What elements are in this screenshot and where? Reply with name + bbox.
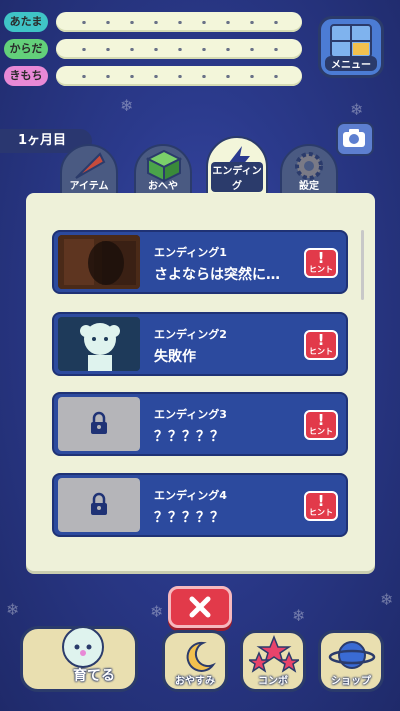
tab-endings[interactable]: エンディング	[206, 136, 268, 198]
stat-label: あたま	[4, 12, 48, 32]
menu-label: メニュー	[325, 56, 377, 71]
ending-title: ？？？？？	[154, 510, 224, 526]
stat-track	[56, 39, 302, 59]
ending-thumbnail-locked	[58, 478, 140, 532]
lock-icon	[91, 492, 107, 515]
tab-items[interactable]: アイテム	[60, 144, 118, 198]
ending-image	[58, 235, 140, 289]
ending-title: ？？？？？	[154, 429, 224, 445]
ending-thumbnail	[58, 317, 140, 371]
stars-icon	[249, 635, 299, 673]
sheep-icon	[62, 626, 104, 668]
ending-card[interactable]: エンディング3 ？？？？？ ! ヒント	[52, 392, 348, 456]
tab-label: アイテム	[69, 181, 109, 192]
snowflake-icon: ❄	[150, 602, 164, 621]
hint-label: ヒント	[309, 427, 333, 436]
nav-label: コンボ	[258, 676, 288, 687]
hint-button[interactable]: ! ヒント	[304, 491, 338, 521]
hint-button[interactable]: ! ヒント	[304, 410, 338, 440]
snowflake-icon: ❄	[380, 590, 394, 609]
tab-settings[interactable]: 設定	[280, 144, 338, 198]
ending-card[interactable]: エンディング4 ？？？？？ ! ヒント	[52, 473, 348, 537]
hint-label: ヒント	[309, 265, 333, 274]
tab-room[interactable]: おへや	[134, 144, 192, 198]
raise-button[interactable]: 育てる	[20, 626, 138, 692]
stat-track	[56, 12, 302, 32]
lock-icon	[91, 411, 107, 434]
ending-number: エンディング3	[154, 408, 227, 421]
scrollbar[interactable]	[361, 230, 364, 300]
ending-card[interactable]: エンディング2 失敗作 ! ヒント	[52, 312, 348, 376]
stat-track	[56, 66, 302, 86]
ending-image	[58, 317, 140, 371]
camera-icon	[343, 129, 365, 147]
ending-title: さよならは突然に…	[154, 267, 280, 283]
snowflake-icon: ❄	[120, 96, 134, 115]
ending-number: エンディング2	[154, 328, 227, 341]
hint-button[interactable]: ! ヒント	[304, 330, 338, 360]
planet-icon	[328, 641, 376, 669]
combo-button[interactable]: コンボ	[240, 630, 306, 692]
tab-label: 設定	[299, 181, 319, 192]
stat-bar-feeling: きもち	[4, 66, 302, 86]
ending-number: エンディング4	[154, 489, 227, 502]
menu-button[interactable]: メニュー	[318, 16, 384, 78]
hint-label: ヒント	[309, 347, 333, 356]
window-icon	[330, 24, 372, 58]
close-icon	[189, 596, 211, 618]
stat-bar-head: あたま	[4, 12, 302, 32]
ending-thumbnail	[58, 235, 140, 289]
snowflake-icon: ❄	[292, 606, 306, 625]
sleep-button[interactable]: おやすみ	[162, 630, 228, 692]
ending-title: 失敗作	[154, 349, 196, 365]
moon-icon	[186, 641, 216, 672]
ending-thumbnail-locked	[58, 397, 140, 451]
shop-button[interactable]: ショップ	[318, 630, 384, 692]
close-button[interactable]	[168, 586, 232, 628]
tab-label: おへや	[148, 181, 178, 192]
stat-label: きもち	[4, 66, 48, 86]
stat-label: からだ	[4, 39, 48, 59]
nav-label: 育てる	[73, 668, 115, 684]
snowflake-icon: ❄	[350, 100, 364, 119]
tab-label: エンディング	[211, 162, 263, 192]
hint-label: ヒント	[309, 508, 333, 517]
snowflake-icon: ❄	[6, 600, 20, 619]
ending-card[interactable]: エンディング1 さよならは突然に… ! ヒント	[52, 230, 348, 294]
nav-label: おやすみ	[175, 676, 215, 687]
stat-bar-body: からだ	[4, 39, 302, 59]
camera-button[interactable]	[336, 122, 374, 156]
ending-number: エンディング1	[154, 246, 227, 259]
nav-label: ショップ	[331, 676, 371, 687]
hint-button[interactable]: ! ヒント	[304, 248, 338, 278]
